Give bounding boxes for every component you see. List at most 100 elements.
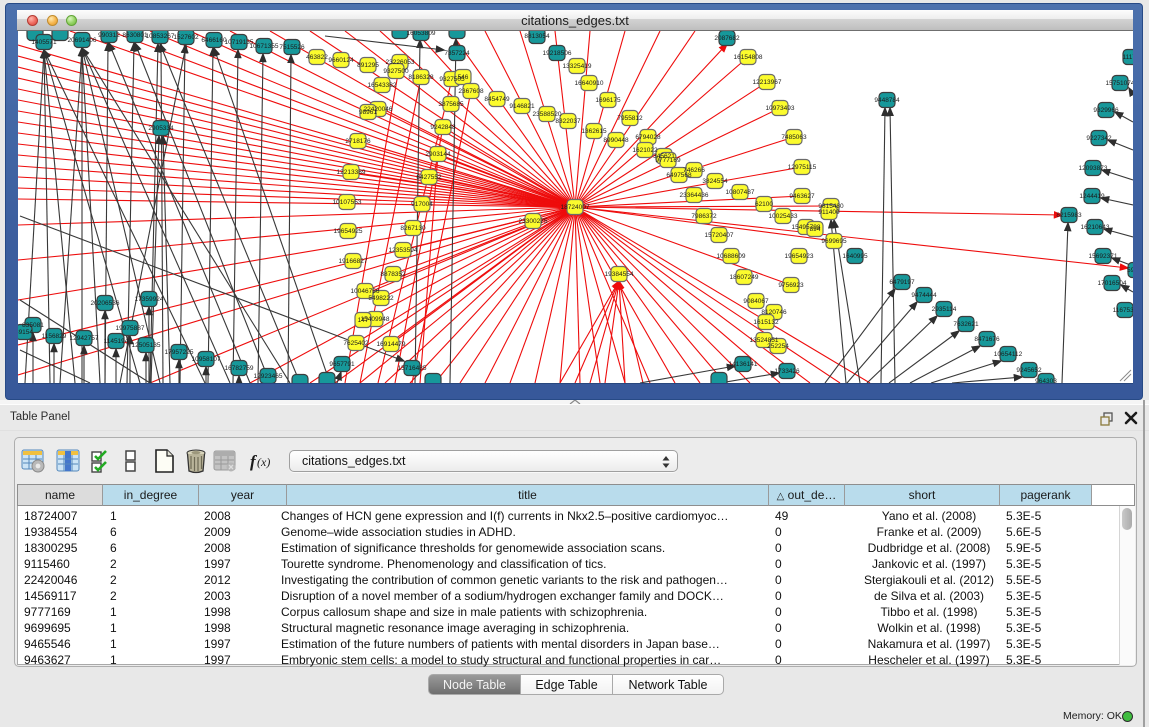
svg-text:9327500: 9327500 xyxy=(383,68,409,75)
svg-text:10654112: 10654112 xyxy=(994,351,1023,358)
svg-text:891295: 891295 xyxy=(357,62,379,69)
svg-text:23226053: 23226053 xyxy=(386,59,415,66)
svg-text:252254: 252254 xyxy=(767,343,789,350)
svg-text:19654923: 19654923 xyxy=(785,253,814,260)
svg-text:13325419: 13325419 xyxy=(563,63,592,70)
svg-text:8267130: 8267130 xyxy=(400,225,426,232)
svg-text:8215983: 8215983 xyxy=(1056,212,1082,219)
svg-text:62100: 62100 xyxy=(755,201,773,208)
svg-text:2903144: 2903144 xyxy=(425,151,451,158)
svg-text:5498222: 5498222 xyxy=(368,295,394,302)
svg-text:9756923: 9756923 xyxy=(778,282,804,289)
svg-text:546: 546 xyxy=(458,74,469,81)
svg-text:6479197: 6479197 xyxy=(889,279,915,286)
svg-text:89154: 89154 xyxy=(18,329,33,336)
svg-text:2905334: 2905334 xyxy=(148,125,174,132)
svg-text:2718176: 2718176 xyxy=(345,138,371,145)
svg-text:23300275: 23300275 xyxy=(519,218,548,225)
svg-text:9660124: 9660124 xyxy=(328,57,354,64)
svg-text:10671355: 10671355 xyxy=(250,43,279,50)
svg-text:12923465: 12923465 xyxy=(254,373,283,380)
svg-text:59381: 59381 xyxy=(1127,267,1133,274)
svg-text:10973493: 10973493 xyxy=(766,105,795,112)
svg-text:7955812: 7955812 xyxy=(617,115,643,122)
svg-text:8322037: 8322037 xyxy=(555,118,581,125)
svg-text:3824554: 3824554 xyxy=(702,178,728,185)
svg-text:1145194: 1145194 xyxy=(104,338,129,345)
svg-text:16210643: 16210643 xyxy=(1081,224,1110,231)
svg-text:8471676: 8471676 xyxy=(974,336,1000,343)
svg-text:18724007: 18724007 xyxy=(561,204,590,211)
svg-text:18607249: 18607249 xyxy=(730,274,759,281)
svg-text:911400: 911400 xyxy=(818,209,840,216)
svg-text:23588520: 23588520 xyxy=(533,111,562,118)
svg-text:9657791: 9657791 xyxy=(329,361,355,368)
svg-text:3875685: 3875685 xyxy=(438,101,464,108)
svg-text:1615132: 1615132 xyxy=(753,319,779,326)
svg-text:463822: 463822 xyxy=(306,54,328,61)
svg-text:1156829: 1156829 xyxy=(42,333,67,340)
svg-text:16053809: 16053809 xyxy=(407,31,436,37)
svg-text:835081: 835081 xyxy=(22,322,44,329)
svg-text:7357224: 7357224 xyxy=(444,50,470,57)
svg-text:7515526: 7515526 xyxy=(279,44,305,51)
svg-text:14136141: 14136141 xyxy=(729,361,758,368)
svg-text:9699695: 9699695 xyxy=(821,238,847,245)
svg-text:9084067: 9084067 xyxy=(743,298,769,305)
svg-text:8120746: 8120746 xyxy=(761,309,787,316)
svg-text:16543382: 16543382 xyxy=(368,82,397,89)
svg-text:15720407: 15720407 xyxy=(705,232,734,239)
svg-text:1405571: 1405571 xyxy=(31,39,57,46)
svg-text:98961: 98961 xyxy=(359,109,377,116)
svg-text:2367608: 2367608 xyxy=(458,88,484,95)
svg-text:17016504: 17016504 xyxy=(1098,280,1127,287)
svg-text:19218506: 19218506 xyxy=(543,50,572,57)
svg-text:(x): (x) xyxy=(257,455,270,469)
svg-text:15692371: 15692371 xyxy=(1089,253,1118,260)
svg-text:12975115: 12975115 xyxy=(788,164,817,171)
svg-text:7986372: 7986372 xyxy=(691,213,717,220)
svg-text:1696175: 1696175 xyxy=(595,97,621,104)
svg-text:2935114: 2935114 xyxy=(932,306,957,313)
svg-text:9463627: 9463627 xyxy=(789,193,815,200)
svg-text:17957225: 17957225 xyxy=(165,349,194,356)
svg-text:1733426: 1733426 xyxy=(774,368,800,375)
svg-text:6466160: 6466160 xyxy=(201,37,227,44)
svg-text:9242848: 9242848 xyxy=(430,124,456,131)
svg-text:1244419: 1244419 xyxy=(1079,193,1105,200)
svg-text:11172: 11172 xyxy=(1122,54,1133,61)
svg-text:9245652: 9245652 xyxy=(1016,367,1042,374)
svg-text:10807487: 10807487 xyxy=(726,189,755,196)
svg-text:2087682: 2087682 xyxy=(714,35,740,42)
svg-text:8878352: 8878352 xyxy=(380,271,406,278)
svg-text:894: 894 xyxy=(810,226,821,233)
svg-text:10107553: 10107553 xyxy=(333,199,362,206)
svg-text:10688609: 10688609 xyxy=(717,253,746,260)
svg-text:9777169: 9777169 xyxy=(655,157,681,164)
svg-text:9474444: 9474444 xyxy=(911,292,937,299)
svg-text:746266: 746266 xyxy=(683,167,705,174)
svg-text:19975887: 19975887 xyxy=(116,325,145,332)
svg-text:7632621: 7632621 xyxy=(953,321,979,328)
svg-text:12093873: 12093873 xyxy=(1079,165,1108,172)
svg-text:16640910: 16640910 xyxy=(575,80,604,87)
svg-text:19166827: 19166827 xyxy=(339,258,368,265)
svg-text:12505135: 12505135 xyxy=(132,342,161,349)
svg-text:23364436: 23364436 xyxy=(680,192,709,199)
svg-text:7625402: 7625402 xyxy=(343,340,369,347)
svg-text:917004: 917004 xyxy=(411,201,433,208)
svg-text:1167534: 1167534 xyxy=(1113,307,1133,314)
svg-text:15716485: 15716485 xyxy=(398,365,427,372)
svg-text:1640995: 1640995 xyxy=(842,253,868,260)
svg-text:1362615: 1362615 xyxy=(581,128,607,135)
svg-text:12942757: 12942757 xyxy=(70,335,99,342)
svg-text:10046756: 10046756 xyxy=(351,288,380,295)
svg-text:8813054: 8813054 xyxy=(524,33,550,40)
svg-text:8427552: 8427552 xyxy=(416,174,442,181)
svg-text:16782759: 16782759 xyxy=(225,365,254,372)
svg-text:9227342: 9227342 xyxy=(1086,135,1112,142)
svg-text:10853267: 10853267 xyxy=(146,33,175,40)
svg-text:8186328: 8186328 xyxy=(408,74,434,81)
svg-text:12353594: 12353594 xyxy=(389,247,418,254)
svg-text:6794028: 6794028 xyxy=(635,134,661,141)
